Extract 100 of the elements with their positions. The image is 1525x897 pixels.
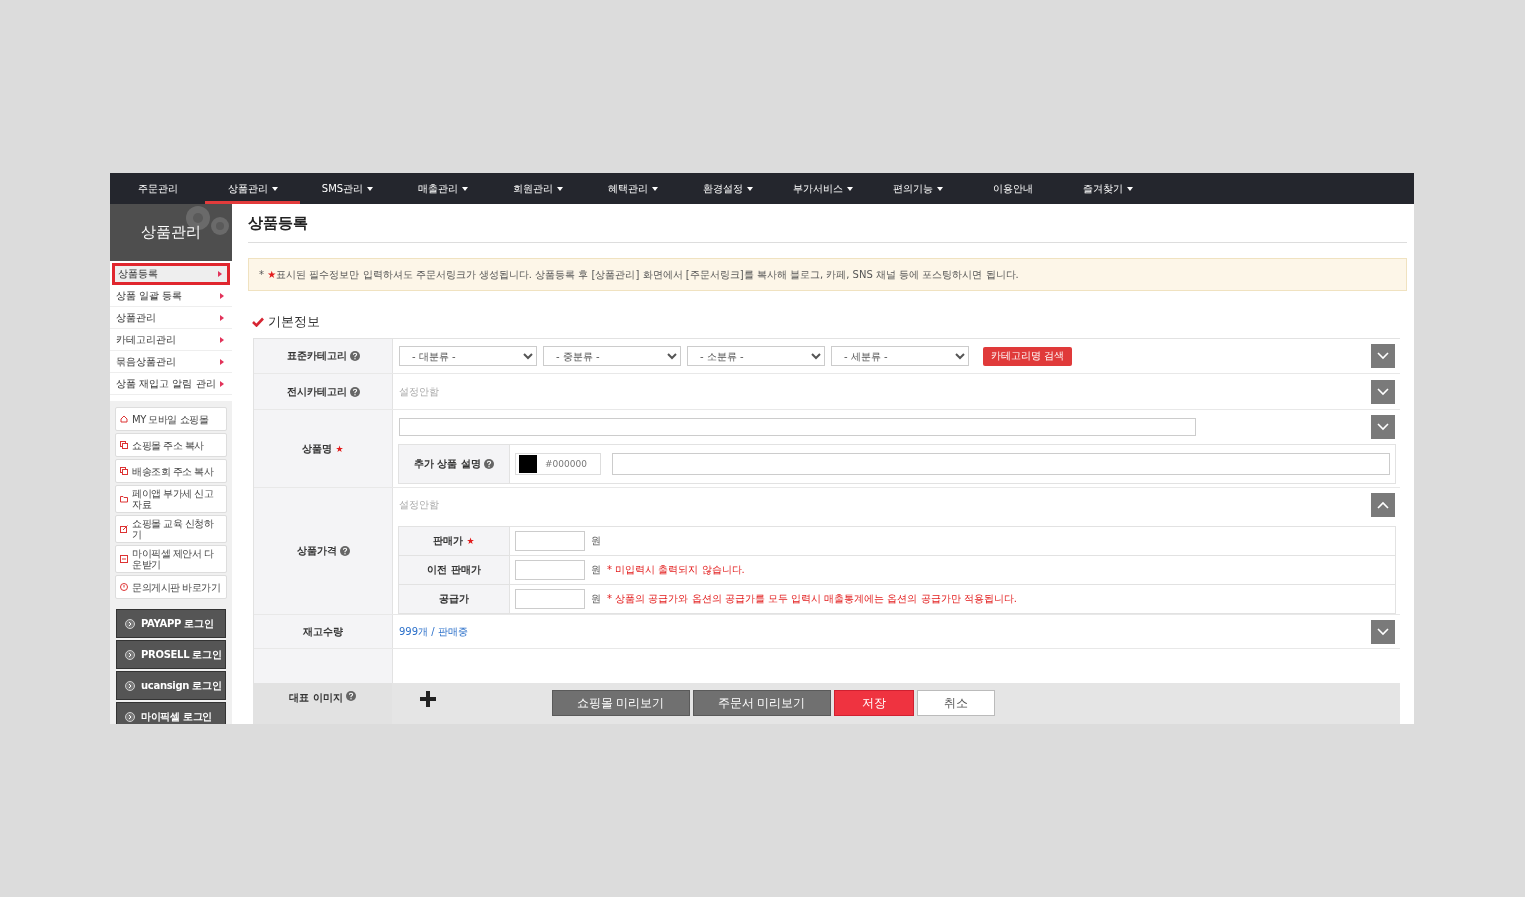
nav-tab[interactable]: 환경설정 (680, 173, 775, 204)
tool-link[interactable]: 쇼핑몰 교육 신청하기 (115, 515, 227, 543)
toggle-button[interactable] (1371, 493, 1395, 517)
nav-tab[interactable]: 부가서비스 (775, 173, 870, 204)
caret-icon (271, 186, 278, 191)
arrow-icon (220, 336, 224, 343)
plus-icon[interactable] (420, 691, 436, 707)
section-title: 기본정보 (268, 313, 320, 331)
arrow-circle-icon (125, 711, 135, 722)
arrow-icon (220, 314, 224, 321)
unit-text: 원 (591, 592, 601, 606)
sidebar-item[interactable]: 상품등록 (112, 263, 230, 285)
chevron-icon (1377, 501, 1389, 509)
setting-text: 설정안함 (399, 498, 439, 512)
check-icon (252, 317, 264, 327)
price-field[interactable] (515, 560, 585, 580)
toggle-button[interactable] (1371, 415, 1395, 439)
caret-icon (746, 186, 753, 191)
price-field[interactable] (515, 531, 585, 551)
field-label: 재고수량 (254, 615, 393, 648)
chevron-icon (1377, 387, 1389, 396)
toggle-button[interactable] (1371, 379, 1395, 404)
nav-tab[interactable]: 즐겨찾기 (1060, 173, 1155, 204)
unit-text: 원 (591, 563, 601, 577)
tool-link[interactable]: 배송조회 주소 복사 (115, 459, 227, 483)
nav-tab[interactable]: 편의기능 (870, 173, 965, 204)
login-button[interactable]: 마이픽셀 로그인 (116, 702, 226, 724)
action-button[interactable]: 취소 (916, 690, 995, 716)
chevron-icon (1377, 423, 1389, 431)
tool-link[interactable]: 마이픽셀 제안서 다운받기 (115, 545, 227, 573)
help-icon[interactable] (349, 351, 360, 361)
field-label: 상품명 ★ (254, 410, 393, 487)
folder-icon (120, 495, 128, 503)
action-button[interactable]: 저장 (833, 690, 914, 716)
toggle-button[interactable] (1371, 344, 1395, 368)
tool-link[interactable]: MY 모바일 쇼핑몰 (115, 407, 227, 431)
tool-link[interactable]: 페이앱 부가세 신고자료 (115, 485, 227, 513)
category-select[interactable]: - 세분류 - (831, 346, 969, 366)
arrow-circle-icon (125, 680, 135, 691)
field-label: 대표 이미지 (254, 683, 392, 724)
tool-link[interactable]: 쇼핑몰 주소 복사 (115, 433, 227, 457)
stock-link[interactable]: 999개 / 판매중 (399, 624, 468, 639)
description-field[interactable] (612, 453, 1390, 475)
field-label: 공급가 (399, 585, 510, 613)
caret-icon (556, 186, 563, 191)
arrow-icon (218, 270, 222, 277)
field-label: 전시카테고리 (254, 374, 393, 409)
help-icon[interactable] (345, 691, 356, 701)
price-field[interactable] (515, 589, 585, 609)
arrow-icon (220, 292, 224, 299)
nav-tab[interactable]: SMS관리 (300, 173, 395, 204)
field-label: 표준카테고리 (254, 339, 393, 373)
document-icon (120, 555, 128, 563)
home-icon (120, 415, 128, 423)
category-select[interactable]: - 소분류 - (687, 346, 825, 366)
setting-text: 설정안함 (399, 384, 439, 399)
field-label: 판매가 ★ (399, 527, 510, 555)
edit-icon (120, 525, 128, 533)
copy-icon (120, 441, 128, 449)
note-text: * 미입력시 출력되지 않습니다. (607, 563, 745, 577)
field-label: 이전 판매가 (399, 556, 510, 584)
circle-icon (120, 583, 128, 591)
notice-text: * ★표시된 필수정보만 입력하셔도 주문서링크가 생성됩니다. 상품등록 후 [상품관리] 화면에서 [주문서링크]를 복사해 블로그, 카페, SNS 채널 등에 포스팅하시면 됩니다. (259, 267, 1019, 282)
nav-tab[interactable]: 매출관리 (395, 173, 490, 204)
chevron-icon (1377, 627, 1389, 636)
arrow-icon (220, 380, 224, 387)
caret-icon (367, 186, 374, 191)
toggle-button[interactable] (1371, 619, 1395, 644)
help-icon[interactable] (339, 546, 350, 556)
nav-tab[interactable]: 주문관리 (110, 173, 205, 204)
login-button[interactable]: ucansign 로그인 (116, 671, 226, 700)
note-text: * 상품의 공급가와 옵션의 공급가를 모두 입력시 매출통계에는 옵션의 공급가만 적용됩니다. (607, 592, 1017, 606)
nav-tab[interactable]: 회원관리 (490, 173, 585, 204)
caret-icon (1126, 186, 1133, 191)
category-search-button[interactable]: 카테고리명 검색 (983, 346, 1073, 366)
product-name-field[interactable] (399, 418, 1196, 436)
nav-tab[interactable]: 혜택관리 (585, 173, 680, 204)
chevron-icon (1377, 352, 1389, 360)
login-button[interactable]: PAYAPP 로그인 (116, 609, 226, 638)
help-icon[interactable] (349, 386, 360, 397)
nav-tab[interactable]: 이용안내 (965, 173, 1060, 204)
caret-icon (461, 186, 468, 191)
caret-icon (651, 186, 658, 191)
unit-text: 원 (591, 534, 601, 548)
arrow-circle-icon (125, 618, 135, 629)
caret-icon (936, 186, 943, 191)
color-field[interactable]: #000000 (515, 453, 601, 475)
category-select[interactable]: - 중분류 - (543, 346, 681, 366)
login-button[interactable]: PROSELL 로그인 (116, 640, 226, 669)
arrow-icon (220, 358, 224, 365)
arrow-circle-icon (125, 649, 135, 660)
caret-icon (846, 186, 853, 191)
help-icon[interactable] (484, 459, 494, 469)
field-label: 추가 상품 설명 (399, 445, 510, 483)
sidebar-title: 상품관리 (141, 223, 201, 242)
action-button[interactable]: 쇼핑몰 미리보기 (551, 690, 690, 716)
action-button[interactable]: 주문서 미리보기 (692, 690, 831, 716)
category-select[interactable]: - 대분류 - (399, 346, 537, 366)
tool-link[interactable]: 문의게시판 바로가기 (115, 575, 227, 599)
copy-icon (120, 467, 128, 475)
